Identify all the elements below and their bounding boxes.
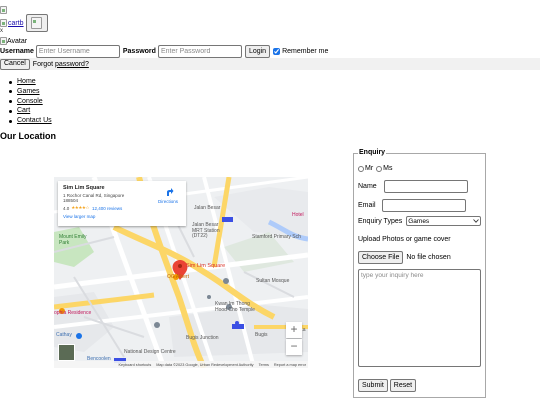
reset-button[interactable]: Reset — [389, 379, 417, 392]
ms-radio[interactable] — [376, 165, 383, 172]
forgot-text: Forgot password? — [33, 61, 89, 68]
nav-link-contact[interactable]: Contact Us — [17, 117, 52, 124]
nav-item-console: Console — [9, 97, 52, 107]
broken-image-icon — [31, 17, 43, 29]
map-data-text: Map data ©2023 Google, Urban Redevelopme… — [156, 362, 254, 367]
page-title: Our Location — [0, 131, 56, 141]
enquiry-types-label: Enquiry Types — [358, 217, 403, 225]
chevron-down-icon — [473, 219, 480, 223]
email-field[interactable] — [381, 199, 466, 212]
email-row: Email — [358, 199, 466, 212]
password-input[interactable] — [157, 45, 242, 58]
map-reviews-link[interactable]: 12,400 reviews — [92, 206, 122, 211]
nav-link-home[interactable]: Home — [17, 78, 36, 85]
enquiry-form: Enquiry Mr Ms Name Email Enquiry Types G… — [353, 149, 486, 398]
terms-link[interactable]: Terms — [259, 363, 269, 367]
name-label: Name — [358, 183, 377, 190]
file-status-text: No file chosen — [406, 254, 451, 261]
username-label: Username — [0, 48, 34, 55]
cart-link[interactable]: cartb — [8, 20, 24, 27]
broken-image-icon — [0, 37, 7, 45]
nav-link-games[interactable]: Games — [17, 88, 40, 95]
star-rating-icon: ★★★★☆ — [71, 205, 89, 210]
report-map-error-link[interactable]: Report a map error — [274, 363, 306, 367]
embedded-map[interactable]: Sim Lim Square 1 Rochor Canal Rd, Singap… — [54, 177, 308, 368]
map-place-card: Sim Lim Square 1 Rochor Canal Rd, Singap… — [58, 181, 186, 226]
map-attribution-bar: Keyboard shortcuts Map data ©2023 Google… — [54, 361, 308, 368]
nav-link-console[interactable]: Console — [17, 98, 43, 105]
forgot-prefix: Forgot — [32, 60, 54, 68]
keyboard-shortcuts-link[interactable]: Keyboard shortcuts — [119, 363, 152, 367]
broken-image-icon — [0, 6, 7, 14]
map-label: Stamford Primary Sch — [252, 234, 301, 240]
mr-radio[interactable] — [358, 165, 364, 172]
main-nav: Home Games Console Cart Contact Us — [9, 77, 52, 126]
map-layer-toggle[interactable] — [58, 344, 75, 361]
title-radio-group: Mr Ms — [358, 165, 393, 172]
forgot-password-link[interactable]: password? — [55, 61, 89, 68]
form-actions: Submit Reset — [358, 379, 417, 392]
close-icon[interactable]: x — [0, 28, 3, 34]
name-field[interactable] — [383, 180, 468, 193]
map-pin-label: Sim Lim Square — [186, 263, 226, 269]
submit-button[interactable]: Submit — [358, 379, 388, 392]
map-label: Mount Emily Park — [59, 234, 87, 246]
enquiry-textarea[interactable] — [358, 269, 481, 367]
avatar: Avatar — [0, 37, 27, 45]
map-label: Kwan Im Thong Hood Cho Temple — [215, 301, 255, 313]
map-label: Jalan Besar MRT Station (DT22) — [192, 222, 220, 239]
nav-item-cart: Cart — [9, 106, 52, 116]
name-row: Name — [358, 180, 468, 193]
map-label: Bugis — [255, 332, 268, 338]
map-label: Cathay — [56, 332, 72, 338]
remember-me-checkbox[interactable] — [273, 48, 281, 55]
avatar-alt-text: Avatar — [7, 37, 28, 45]
zoom-out-button[interactable]: − — [286, 339, 302, 355]
directions-link[interactable]: Directions — [158, 199, 178, 204]
map-label: ophia Residence — [54, 310, 92, 316]
map-label: Bugis Junction — [186, 335, 219, 341]
username-input[interactable] — [35, 45, 120, 58]
map-rating-row: 4.0 ★★★★☆ 12,400 reviews — [63, 205, 181, 211]
map-rating-value: 4.0 — [63, 205, 70, 211]
map-label: Sultan Mosque — [256, 278, 290, 284]
nav-item-contact: Contact Us — [9, 116, 52, 126]
file-upload-row: Choose File No file chosen — [358, 251, 451, 264]
login-footer: Cancel Forgot password? — [0, 58, 540, 70]
view-larger-map-link[interactable]: View larger map — [63, 214, 181, 219]
login-button[interactable]: Login — [244, 45, 271, 58]
enquiry-types-select[interactable]: Games — [406, 216, 482, 226]
enquiry-legend: Enquiry — [358, 149, 387, 156]
directions-icon[interactable] — [164, 187, 174, 197]
map-place-address: 1 Rochor Canal Rd, Singapore 188504 — [63, 193, 125, 203]
zoom-in-button[interactable]: + — [286, 322, 302, 338]
cancel-button[interactable]: Cancel — [0, 58, 30, 70]
enquiry-types-row: Enquiry Types Games — [358, 216, 482, 226]
nav-link-cart[interactable]: Cart — [17, 107, 30, 114]
map-label: Hotel — [292, 212, 304, 218]
upload-label: Upload Photos or game cover — [358, 236, 451, 243]
cart-row: cartb — [0, 14, 48, 32]
map-label: Jalan Besar — [194, 205, 221, 211]
map-label: OG Albert — [167, 274, 189, 280]
broken-image-icon — [0, 19, 7, 27]
mr-label: Mr — [365, 165, 374, 172]
password-label: Password — [122, 48, 156, 55]
nav-item-home: Home — [9, 77, 52, 87]
choose-file-button[interactable]: Choose File — [358, 251, 404, 264]
remember-me-label: Remember me — [282, 48, 329, 55]
enquiry-types-value: Games — [408, 217, 430, 225]
cart-image-button[interactable] — [25, 14, 48, 32]
login-form: Username Password Login Remember me — [0, 45, 328, 58]
map-label: National Design Centre — [124, 349, 176, 355]
ms-label: Ms — [383, 165, 393, 172]
nav-item-games: Games — [9, 87, 52, 97]
email-label: Email — [358, 202, 376, 209]
